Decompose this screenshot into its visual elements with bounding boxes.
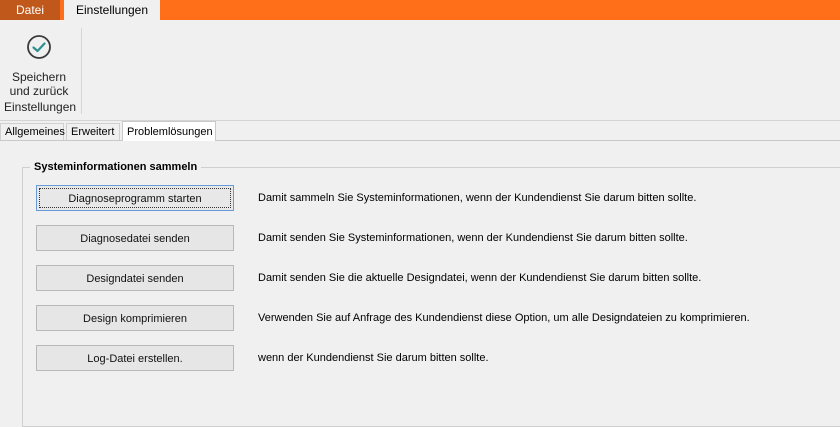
menu-file[interactable]: Datei — [0, 0, 60, 20]
group-box-title: Systeminformationen sammeln — [30, 161, 202, 173]
start-diagnostics-button[interactable]: Diagnoseprogramm starten — [36, 185, 234, 211]
tab-allgemeines[interactable]: Allgemeines — [0, 123, 65, 140]
tab-strip: Allgemeines Erweitert Problemlösungen — [0, 121, 840, 141]
menu-settings[interactable]: Einstellungen — [64, 0, 160, 20]
save-and-back-label: Speichern und zurück — [9, 70, 69, 98]
send-design-file-button[interactable]: Designdatei senden — [36, 265, 234, 291]
ribbon: Speichern und zurück Einstellungen — [0, 20, 840, 121]
create-log-file-description: wenn der Kundendienst Sie darum bitten s… — [258, 352, 489, 364]
ribbon-separator — [81, 28, 82, 114]
start-diagnostics-description: Damit sammeln Sie Systeminformationen, w… — [258, 192, 697, 204]
send-design-file-description: Damit senden Sie die aktuelle Designdate… — [258, 272, 702, 284]
compress-design-description: Verwenden Sie auf Anfrage des Kundendien… — [258, 312, 750, 324]
send-diagnostics-file-button[interactable]: Diagnosedatei senden — [36, 225, 234, 251]
create-log-file-button[interactable]: Log-Datei erstellen. — [36, 345, 234, 371]
compress-design-button[interactable]: Design komprimieren — [36, 305, 234, 331]
check-circle-icon — [27, 35, 51, 59]
content-panel: Systeminformationen sammeln Diagnoseprog… — [0, 141, 840, 427]
menu-bar: Datei Einstellungen — [0, 0, 840, 20]
tab-erweitert[interactable]: Erweitert — [66, 123, 120, 140]
save-and-back-button[interactable]: Speichern und zurück — [2, 28, 76, 100]
send-diagnostics-file-description: Damit senden Sie Systeminformationen, we… — [258, 232, 688, 244]
ribbon-group-label: Einstellungen — [4, 100, 77, 114]
tab-problemloesungen[interactable]: Problemlösungen — [122, 121, 216, 141]
